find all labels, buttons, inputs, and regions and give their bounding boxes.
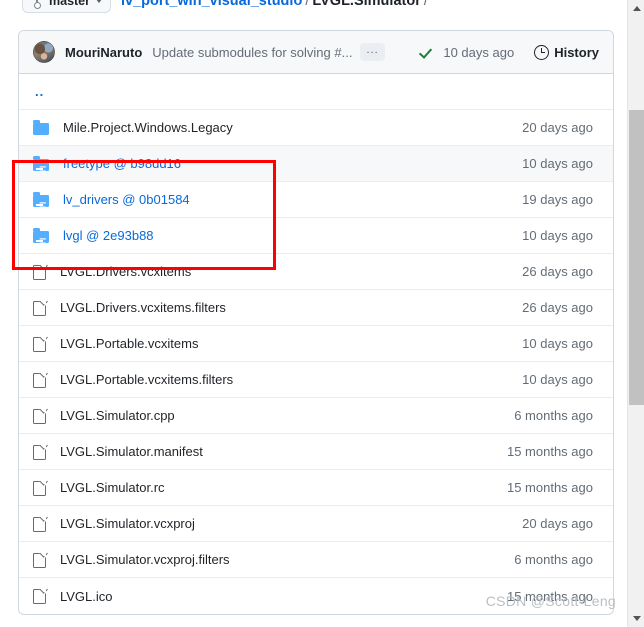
- commit-age: 26 days ago: [522, 300, 593, 315]
- commit-author[interactable]: MouriNaruto: [65, 45, 142, 60]
- commit-age: 10 days ago: [522, 336, 593, 351]
- avatar[interactable]: [33, 41, 55, 63]
- commit-age: 19 days ago: [522, 192, 593, 207]
- table-row[interactable]: LVGL.Simulator.manifest 15 months ago: [19, 434, 613, 470]
- expand-commit-message-button[interactable]: ...: [360, 43, 385, 61]
- breadcrumb-separator-1: /: [305, 0, 310, 9]
- scroll-up-arrow-icon[interactable]: [628, 0, 644, 17]
- breadcrumb-current: LVGL.Simulator: [312, 0, 421, 9]
- breadcrumb-bar: master lv_port_win_visual_studio / LVGL.Si…: [0, 0, 614, 14]
- commit-age: 10 days ago: [522, 228, 593, 243]
- commit-age: 15 months ago: [506, 588, 593, 604]
- file-name[interactable]: LVGL.Simulator.vcxproj: [60, 516, 195, 531]
- table-row[interactable]: LVGL.Drivers.vcxitems.filters 26 days ago: [19, 290, 613, 326]
- file-name[interactable]: LVGL.ico: [60, 589, 113, 604]
- commit-message[interactable]: Update submodules for solving #...: [152, 45, 352, 60]
- table-row[interactable]: LVGL.Simulator.vcxproj 20 days ago: [19, 506, 613, 542]
- file-name[interactable]: LVGL.Simulator.rc: [60, 480, 165, 495]
- file-name[interactable]: LVGL.Simulator.cpp: [60, 408, 175, 423]
- file-list: Mile.Project.Windows.Legacy 20 days ago fr…: [19, 110, 613, 614]
- file-icon: [33, 589, 46, 604]
- table-row[interactable]: LVGL.Simulator.cpp 6 months ago: [19, 398, 613, 434]
- table-row[interactable]: LVGL.Drivers.vcxitems 26 days ago: [19, 254, 613, 290]
- commit-age: 15 months ago: [506, 480, 593, 495]
- scrollbar-thumb[interactable]: [629, 110, 644, 405]
- commit-age: 10 days ago: [522, 156, 593, 171]
- submodule-icon: [33, 191, 49, 207]
- file-icon: [33, 264, 46, 280]
- folder-icon: [33, 119, 49, 135]
- breadcrumb-separator-2: /: [423, 0, 428, 9]
- commit-age: 20 days ago: [522, 516, 593, 531]
- file-browser-card: MouriNaruto Update submodules for solvin…: [18, 30, 614, 615]
- table-row[interactable]: LVGL.Portable.vcxitems.filters 10 days ag…: [19, 362, 613, 398]
- submodule-icon: [33, 227, 49, 243]
- file-icon: [33, 480, 46, 496]
- table-row[interactable]: lv_drivers @ 0b01584 19 days ago: [19, 182, 613, 218]
- commit-age: 6 months ago: [514, 552, 593, 567]
- check-icon[interactable]: [419, 45, 433, 59]
- table-row[interactable]: Mile.Project.Windows.Legacy 20 days ago: [19, 110, 613, 146]
- branch-label: master: [49, 0, 90, 8]
- breadcrumb-link-repo[interactable]: lv_port_win_visual_studio: [121, 0, 302, 9]
- submodule-icon: [33, 155, 49, 171]
- file-name[interactable]: LVGL.Portable.vcxitems: [60, 336, 198, 351]
- file-name[interactable]: freetype @ b98dd16: [63, 156, 181, 171]
- history-link[interactable]: History: [534, 44, 599, 60]
- file-name[interactable]: LVGL.Simulator.manifest: [60, 444, 203, 459]
- commit-time: 10 days ago: [443, 44, 515, 60]
- table-row[interactable]: freetype @ b98dd16 10 days ago: [19, 146, 613, 182]
- file-icon: [33, 552, 46, 568]
- commit-age: 10 days ago: [522, 372, 593, 387]
- clock-icon: [534, 44, 550, 60]
- file-icon: [33, 372, 46, 388]
- table-row[interactable]: LVGL.Simulator.vcxproj.filters 6 months a…: [19, 542, 613, 578]
- file-name[interactable]: LVGL.Portable.vcxitems.filters: [60, 372, 233, 387]
- file-name[interactable]: Mile.Project.Windows.Legacy: [63, 120, 233, 135]
- scroll-down-arrow-icon[interactable]: [628, 610, 644, 627]
- chevron-down-icon: [96, 0, 102, 3]
- page-scrollbar[interactable]: [627, 0, 644, 627]
- commit-age: 20 days ago: [522, 120, 593, 135]
- table-row[interactable]: lvgl @ 2e93b88 10 days ago: [19, 218, 613, 254]
- breadcrumb: lv_port_win_visual_studio / LVGL.Simulator…: [121, 0, 431, 9]
- file-icon: [33, 408, 46, 424]
- file-icon: [33, 444, 46, 460]
- file-name[interactable]: LVGL.Drivers.vcxitems.filters: [60, 300, 226, 315]
- file-name[interactable]: LVGL.Drivers.vcxitems: [60, 264, 191, 279]
- branch-selector[interactable]: master: [22, 0, 111, 13]
- commit-age: 6 months ago: [514, 408, 593, 423]
- history-label: History: [554, 44, 599, 60]
- commit-age: 26 days ago: [522, 264, 593, 279]
- parent-directory-row[interactable]: ..: [19, 74, 613, 110]
- file-icon: [33, 336, 46, 352]
- table-row[interactable]: LVGL.ico 15 months ago: [19, 578, 613, 614]
- table-row[interactable]: LVGL.Simulator.rc 15 months ago: [19, 470, 613, 506]
- parent-directory-label[interactable]: ..: [35, 84, 44, 99]
- file-name[interactable]: lvgl @ 2e93b88: [63, 228, 154, 243]
- file-name[interactable]: lv_drivers @ 0b01584: [63, 192, 190, 207]
- branch-icon: [31, 0, 43, 9]
- file-icon: [33, 300, 46, 316]
- latest-commit-bar: MouriNaruto Update submodules for solvin…: [19, 31, 613, 74]
- file-name[interactable]: LVGL.Simulator.vcxproj.filters: [60, 552, 230, 567]
- table-row[interactable]: LVGL.Portable.vcxitems 10 days ago: [19, 326, 613, 362]
- commit-age: 15 months ago: [506, 444, 593, 459]
- file-icon: [33, 516, 46, 532]
